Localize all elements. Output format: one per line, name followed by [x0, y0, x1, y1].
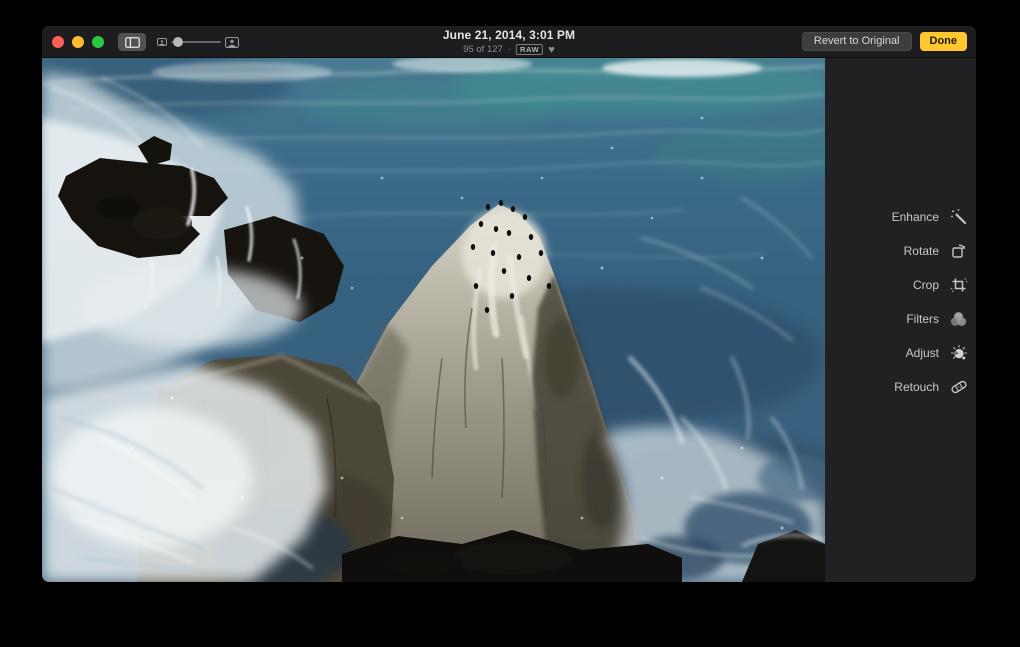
raw-badge: RAW: [515, 44, 544, 55]
edit-tools-sidebar: Enhance Rotate Crop Filters Adjust Retou…: [825, 58, 976, 582]
traffic-lights: [52, 36, 104, 48]
thumbnail-small-icon: [157, 38, 167, 46]
fullscreen-button[interactable]: [92, 36, 104, 48]
tool-filters[interactable]: Filters: [825, 302, 976, 336]
seascape-photo: [42, 58, 825, 582]
sidebar-panel-icon: [124, 36, 140, 48]
tool-label: Crop: [912, 278, 939, 292]
bandage-icon: [948, 377, 969, 398]
tool-label: Filters: [906, 312, 939, 326]
zoom-slider: [157, 36, 239, 48]
edit-content: Enhance Rotate Crop Filters Adjust Retou…: [42, 58, 976, 582]
magic-wand-icon: [948, 207, 969, 228]
tool-label: Enhance: [891, 210, 939, 224]
photo-canvas: [42, 58, 825, 582]
toolbar: June 21, 2014, 3:01 PM 95 of 127 · RAW ♥…: [42, 26, 976, 58]
photo-subtitle: 95 of 127 · RAW ♥: [443, 44, 575, 55]
tool-crop[interactable]: Crop: [825, 268, 976, 302]
photo-counter: 95 of 127: [463, 43, 503, 55]
zoom-slider-thumb[interactable]: [173, 37, 183, 47]
done-button[interactable]: Done: [919, 32, 967, 51]
adjust-dial-icon: [948, 343, 969, 364]
thumbnail-large-icon: [225, 36, 239, 48]
page-title: June 21, 2014, 3:01 PM: [442, 28, 576, 42]
filters-circles-icon: [948, 309, 969, 330]
sidebar-toggle-button[interactable]: [118, 33, 146, 51]
tool-adjust[interactable]: Adjust: [825, 336, 976, 370]
tool-rotate[interactable]: Rotate: [825, 234, 976, 268]
tool-label: Rotate: [903, 244, 939, 258]
photos-app-window: June 21, 2014, 3:01 PM 95 of 127 · RAW ♥…: [42, 26, 976, 582]
window-title-block: June 21, 2014, 3:01 PM 95 of 127 · RAW ♥: [443, 29, 575, 55]
tool-label: Retouch: [894, 380, 939, 394]
rotate-icon: [948, 241, 969, 262]
revert-to-original-button[interactable]: Revert to Original: [801, 32, 912, 51]
toolbar-actions: Revert to Original Done: [801, 32, 967, 51]
tool-retouch[interactable]: Retouch: [825, 370, 976, 404]
heart-icon[interactable]: ♥: [548, 44, 555, 55]
tool-label: Adjust: [905, 346, 939, 360]
separator-dot: ·: [507, 43, 511, 55]
zoom-slider-track[interactable]: [171, 37, 221, 47]
tool-enhance[interactable]: Enhance: [825, 200, 976, 234]
minimize-button[interactable]: [72, 36, 84, 48]
crop-icon: [948, 275, 969, 296]
close-button[interactable]: [52, 36, 64, 48]
